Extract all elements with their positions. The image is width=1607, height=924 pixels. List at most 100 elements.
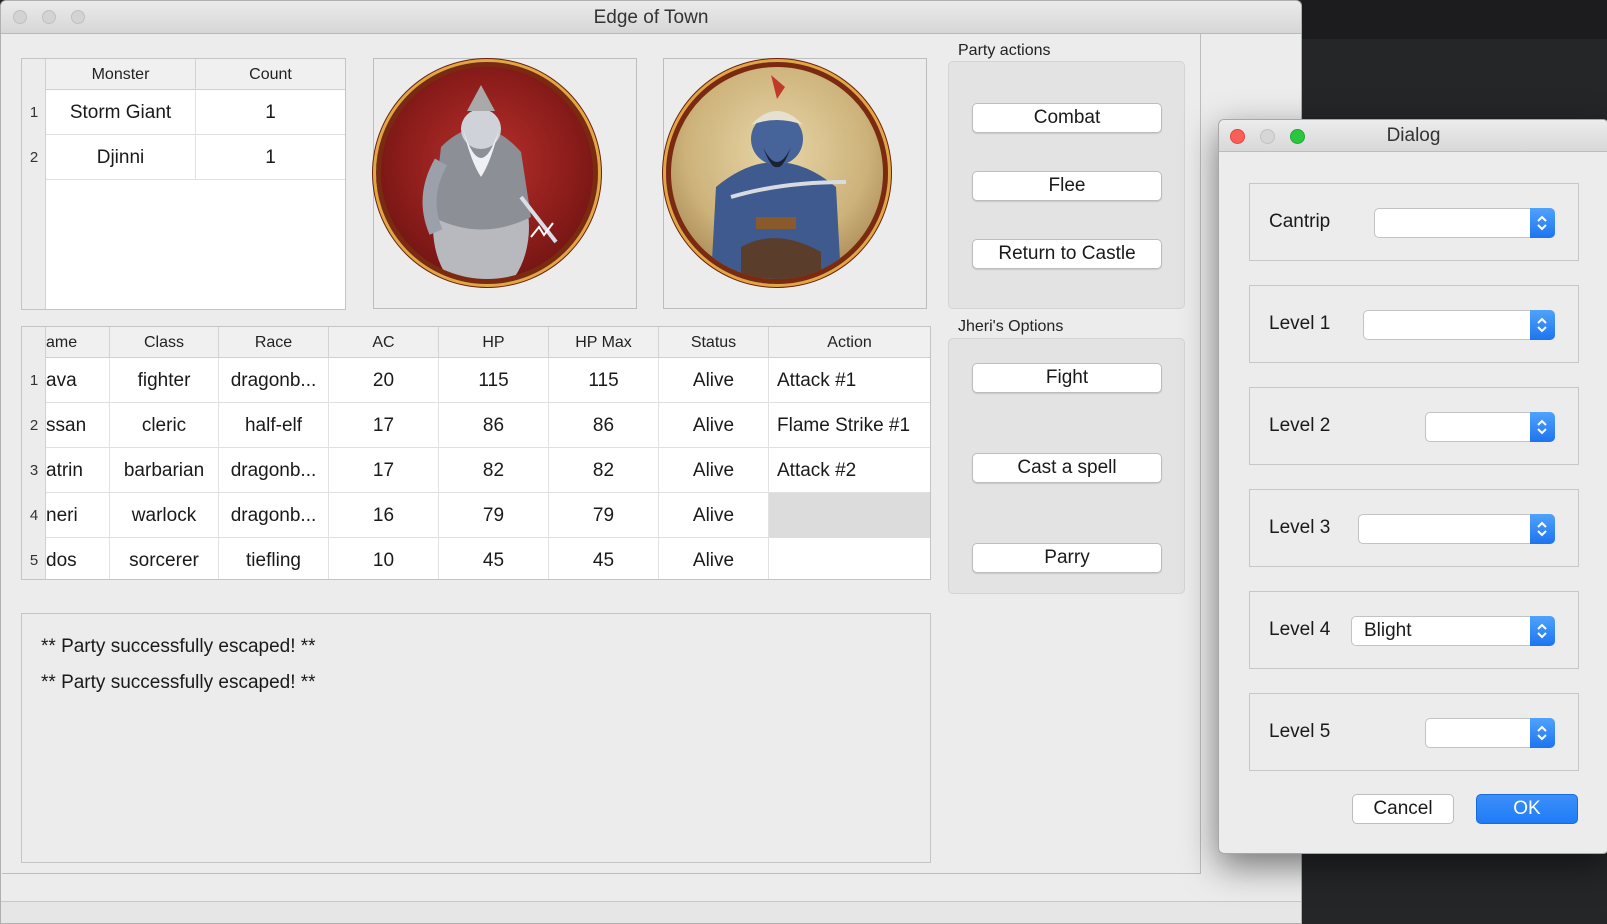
name-cell[interactable]: ssan [46,403,110,448]
zoom-icon[interactable] [1290,129,1305,144]
monster-name-cell[interactable]: Storm Giant [46,90,196,135]
name-cell[interactable]: ava [46,358,110,403]
action-cell[interactable] [769,538,930,579]
column-header-status[interactable]: Status [659,327,769,358]
monster-table[interactable]: 1 2 Monster Count Storm Giant 1 Djinni 1 [21,58,346,310]
ac-cell[interactable]: 10 [329,538,439,579]
fight-button[interactable]: Fight [972,363,1162,393]
return-to-castle-button[interactable]: Return to Castle [972,239,1162,269]
combat-log[interactable]: ** Party successfully escaped! ** ** Par… [21,613,931,863]
race-cell[interactable]: half-elf [219,403,329,448]
action-cell[interactable]: Attack #2 [769,448,930,493]
level-1-select[interactable] [1363,310,1555,340]
table-row[interactable]: Djinni 1 [46,135,345,180]
status-cell[interactable]: Alive [659,538,769,579]
close-icon[interactable] [1230,129,1245,144]
hp-cell[interactable]: 79 [439,493,549,538]
hp-cell[interactable]: 115 [439,358,549,403]
table-row[interactable]: Storm Giant 1 [46,90,345,135]
table-row[interactable]: neri warlock dragonb... 16 79 79 Alive [46,493,930,538]
hp-cell[interactable]: 45 [439,538,549,579]
column-header-count[interactable]: Count [196,59,345,90]
chevron-updown-icon [1530,718,1555,748]
action-cell-selected[interactable] [769,493,930,538]
ac-cell[interactable]: 20 [329,358,439,403]
level-5-label: Level 5 [1269,721,1331,742]
hp-max-cell[interactable]: 45 [549,538,659,579]
main-titlebar[interactable]: Edge of Town [1,1,1301,34]
column-header-hp-max[interactable]: HP Max [549,327,659,358]
row-number[interactable]: 1 [22,90,46,135]
dialog-title: Dialog [1386,125,1441,146]
party-table-header: ame Class Race AC HP HP Max Status Actio… [46,327,930,358]
hp-cell[interactable]: 86 [439,403,549,448]
level-4-label: Level 4 [1269,619,1331,640]
monster-name-cell[interactable]: Djinni [46,135,196,180]
class-cell[interactable]: sorcerer [110,538,219,579]
action-cell[interactable]: Attack #1 [769,358,930,403]
parry-button[interactable]: Parry [972,543,1162,573]
hp-max-cell[interactable]: 86 [549,403,659,448]
column-header-monster[interactable]: Monster [46,59,196,90]
status-cell[interactable]: Alive [659,358,769,403]
ac-cell[interactable]: 17 [329,403,439,448]
race-cell[interactable]: tiefling [219,538,329,579]
column-header-ac[interactable]: AC [329,327,439,358]
cancel-button[interactable]: Cancel [1352,794,1454,824]
level-2-label: Level 2 [1269,415,1331,436]
status-cell[interactable]: Alive [659,493,769,538]
action-cell[interactable]: Flame Strike #1 [769,403,930,448]
row-number[interactable]: 2 [22,403,46,448]
hp-max-cell[interactable]: 82 [549,448,659,493]
column-header-class[interactable]: Class [110,327,219,358]
race-cell[interactable]: dragonb... [219,358,329,403]
column-header-race[interactable]: Race [219,327,329,358]
table-row[interactable]: dos sorcerer tiefling 10 45 45 Alive [46,538,930,579]
party-table[interactable]: 1 2 3 4 5 ame Class Race AC HP HP Max St… [21,326,931,580]
ac-cell[interactable]: 17 [329,448,439,493]
cantrip-select[interactable] [1374,208,1555,238]
spell-dialog: Dialog Cantrip Level 1 Level 2 Level 3 L… [1218,119,1607,854]
dialog-titlebar[interactable]: Dialog [1219,120,1607,152]
hp-cell[interactable]: 82 [439,448,549,493]
level-2-select[interactable] [1425,412,1555,442]
cast-a-spell-button[interactable]: Cast a spell [972,453,1162,483]
status-cell[interactable]: Alive [659,403,769,448]
name-cell[interactable]: atrin [46,448,110,493]
column-header-action[interactable]: Action [769,327,930,358]
table-row[interactable]: ava fighter dragonb... 20 115 115 Alive … [46,358,930,403]
member-options-label: Jheri's Options [958,318,1064,335]
column-header-name[interactable]: ame [46,327,110,358]
class-cell[interactable]: warlock [110,493,219,538]
ac-cell[interactable]: 16 [329,493,439,538]
row-number[interactable]: 1 [22,358,46,403]
race-cell[interactable]: dragonb... [219,448,329,493]
monster-count-cell[interactable]: 1 [196,90,345,135]
flee-button[interactable]: Flee [972,171,1162,201]
minimize-icon[interactable] [1260,129,1275,144]
class-cell[interactable]: barbarian [110,448,219,493]
race-cell[interactable]: dragonb... [219,493,329,538]
combat-button[interactable]: Combat [972,103,1162,133]
table-row[interactable]: ssan cleric half-elf 17 86 86 Alive Flam… [46,403,930,448]
column-header-hp[interactable]: HP [439,327,549,358]
row-number[interactable]: 2 [22,135,46,180]
hp-max-cell[interactable]: 79 [549,493,659,538]
row-header-column: 1 2 [22,59,46,309]
name-cell[interactable]: neri [46,493,110,538]
name-cell[interactable]: dos [46,538,110,579]
row-number[interactable]: 4 [22,493,46,538]
table-row[interactable]: atrin barbarian dragonb... 17 82 82 Aliv… [46,448,930,493]
level-5-select[interactable] [1425,718,1555,748]
row-number[interactable]: 3 [22,448,46,493]
ok-button[interactable]: OK [1476,794,1578,824]
class-cell[interactable]: cleric [110,403,219,448]
class-cell[interactable]: fighter [110,358,219,403]
hp-max-cell[interactable]: 115 [549,358,659,403]
level-3-select[interactable] [1358,514,1555,544]
level-1-group: Level 1 [1249,285,1579,363]
monster-count-cell[interactable]: 1 [196,135,345,180]
row-number[interactable]: 5 [22,538,46,579]
level-4-select[interactable]: Blight [1351,616,1555,646]
status-cell[interactable]: Alive [659,448,769,493]
